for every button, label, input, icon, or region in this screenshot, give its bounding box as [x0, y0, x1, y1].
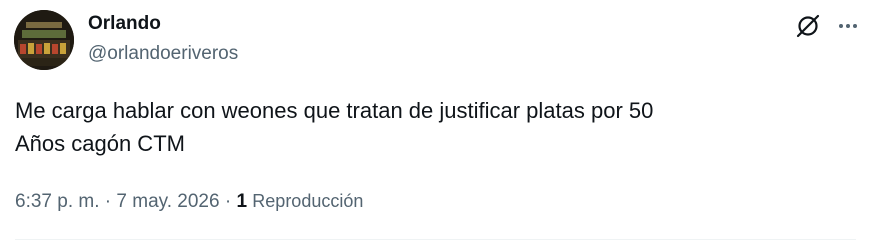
- divider: [15, 239, 856, 240]
- tweet-metadata: 6:37 p. m. · 7 may. 2026 · 1 Reproducció…: [15, 189, 363, 214]
- views-count: 1: [236, 191, 248, 212]
- meta-separator: ·: [104, 191, 112, 212]
- more-options-icon[interactable]: [834, 12, 862, 40]
- avatar-photo: [14, 10, 74, 70]
- author-handle[interactable]: @orlandoeriveros: [88, 42, 238, 66]
- tweet-text-line: Años cagón CTM: [15, 131, 185, 156]
- meta-separator: ·: [224, 191, 232, 212]
- tweet-date[interactable]: 7 may. 2026: [116, 191, 219, 212]
- views-label: Reproducción: [252, 191, 364, 211]
- tweet-text: Me carga hablar con weones que tratan de…: [15, 94, 835, 160]
- tweet-time[interactable]: 6:37 p. m.: [15, 191, 100, 212]
- grok-icon[interactable]: [794, 12, 822, 40]
- tweet-text-line: Me carga hablar con weones que tratan de…: [15, 98, 654, 123]
- author-display-name[interactable]: Orlando: [88, 12, 161, 36]
- avatar[interactable]: [14, 10, 74, 70]
